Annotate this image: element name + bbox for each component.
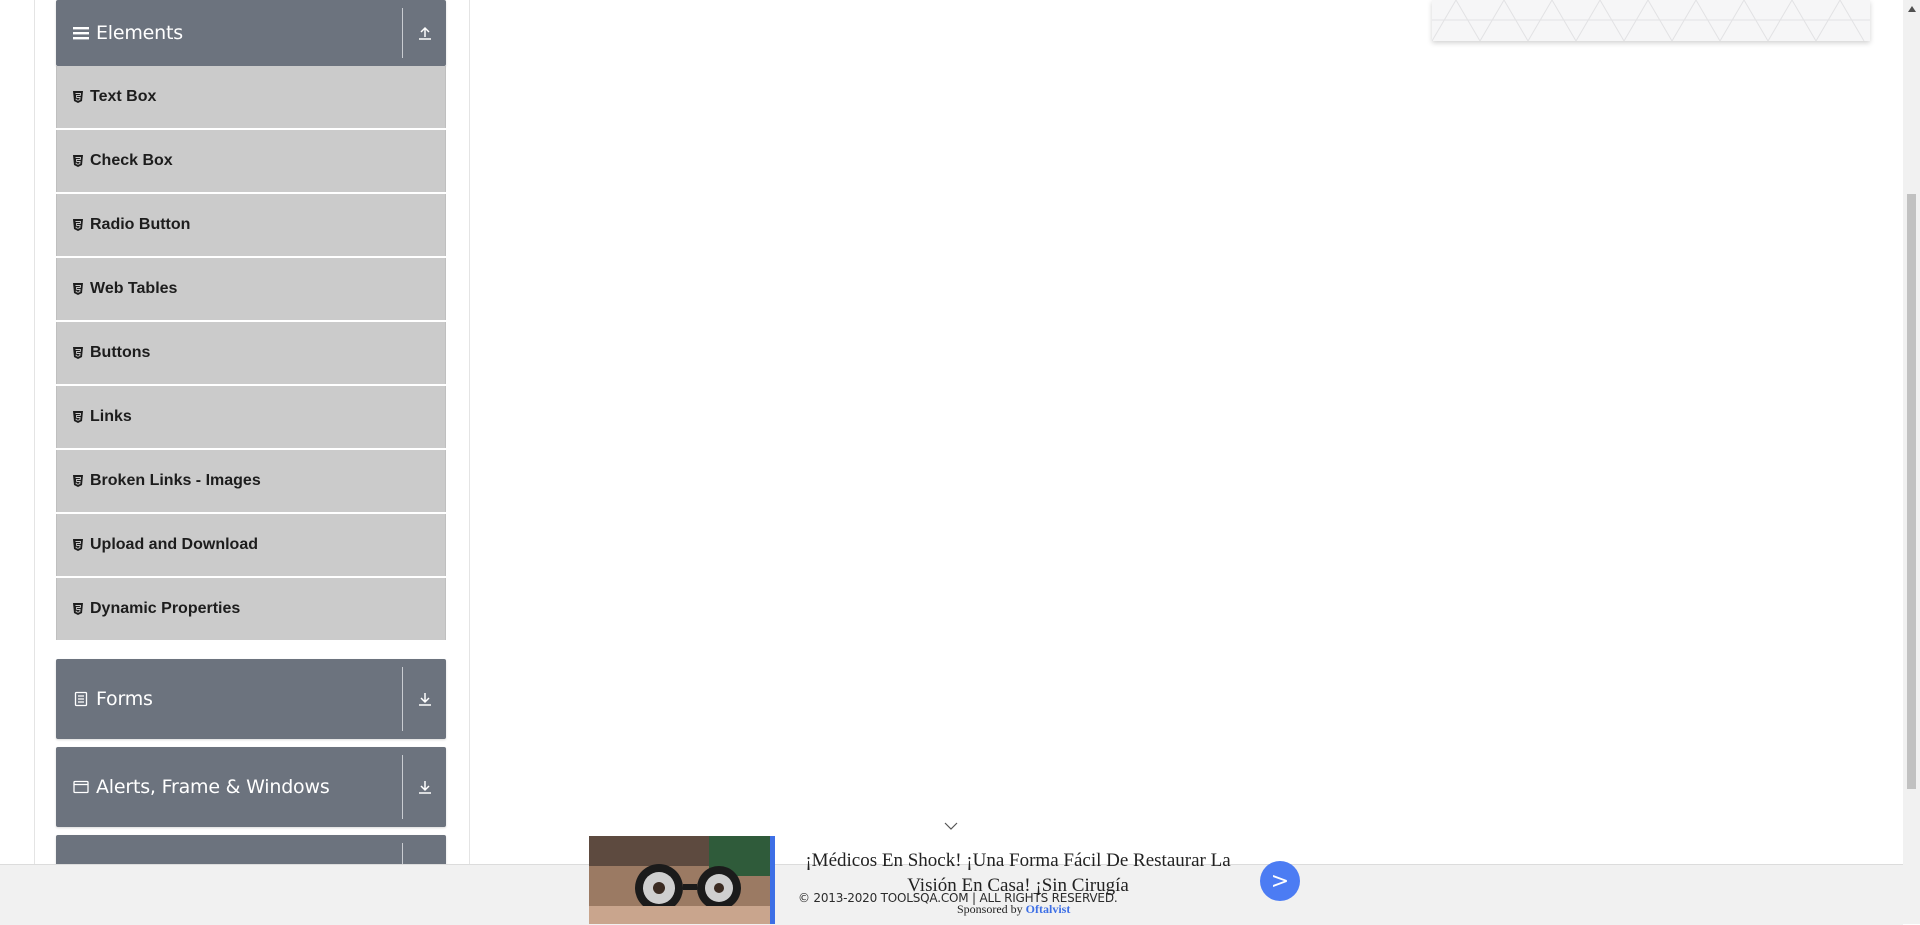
html5-shield-icon: [72, 90, 84, 104]
group-label-alerts: Alerts, Frame & Windows: [96, 776, 330, 798]
html5-shield-icon: [72, 154, 84, 168]
sidebar-item-label: Buttons: [90, 344, 151, 361]
sidebar-item-label: Check Box: [90, 152, 173, 169]
sidebar-item-label: Links: [90, 408, 132, 425]
arrow-down-tray-icon: [416, 778, 434, 796]
sidebar-item-links[interactable]: Links: [56, 386, 446, 448]
sidebar-item-dynamic-properties[interactable]: Dynamic Properties: [56, 578, 446, 640]
expand-forms-button[interactable]: [403, 659, 446, 739]
sidebar-item-label: Upload and Download: [90, 536, 258, 553]
group-header-alerts-frame-windows[interactable]: Alerts, Frame & Windows: [56, 747, 446, 827]
sidebar-item-label: Broken Links - Images: [90, 472, 261, 489]
sidebar-right-border: [469, 0, 470, 864]
ad-sponsor-line: Sponsored by Oftalvist: [957, 902, 1070, 917]
html5-shield-icon: [72, 218, 84, 232]
window-icon: [72, 778, 90, 796]
html5-shield-icon: [72, 282, 84, 296]
arrow-down-tray-icon: [416, 690, 434, 708]
menu-bars-icon: [72, 24, 90, 42]
sidebar-item-radio-button[interactable]: Radio Button: [56, 194, 446, 256]
sidebar-item-label: Radio Button: [90, 216, 191, 233]
sidebar-item-check-box[interactable]: Check Box: [56, 130, 446, 192]
document-icon: [72, 690, 90, 708]
html5-shield-icon: [72, 538, 84, 552]
ad-image[interactable]: [589, 836, 773, 924]
collapse-elements-button[interactable]: [403, 0, 446, 66]
sidebar-item-upload-and-download[interactable]: Upload and Download: [56, 514, 446, 576]
ad-sponsor-name[interactable]: Oftalvist: [1026, 902, 1071, 916]
scrollbar-thumb[interactable]: [1907, 194, 1916, 789]
html5-shield-icon: [72, 410, 84, 424]
sidebar-item-text-box[interactable]: Text Box: [56, 66, 446, 128]
ad-go-button[interactable]: >: [1260, 861, 1300, 901]
sidebar-item-label: Dynamic Properties: [90, 600, 241, 617]
decorative-banner: [1432, 0, 1870, 41]
ad-headline[interactable]: ¡Médicos En Shock! ¡Una Forma Fácil De R…: [788, 848, 1248, 898]
ad-accent-bar: [770, 836, 775, 924]
expand-alerts-button[interactable]: [403, 747, 446, 827]
group-label-forms: Forms: [96, 688, 153, 710]
group-title-elements: Elements: [72, 0, 183, 66]
sidebar-item-broken-links-images[interactable]: Broken Links - Images: [56, 450, 446, 512]
sidebar-left-border: [34, 0, 35, 864]
page-scrollbar[interactable]: [1903, 0, 1920, 924]
sidebar-item-buttons[interactable]: Buttons: [56, 322, 446, 384]
html5-shield-icon: [72, 474, 84, 488]
arrow-up-tray-icon: [416, 24, 434, 42]
group-title-alerts: Alerts, Frame & Windows: [72, 747, 330, 827]
sidebar-item-label: Web Tables: [90, 280, 178, 297]
elements-menu-list: Text Box Check Box Radio Button Web Tables B…: [56, 66, 446, 642]
group-title-forms: Forms: [72, 659, 153, 739]
group-header-elements[interactable]: Elements: [56, 0, 446, 66]
sidebar-item-web-tables[interactable]: Web Tables: [56, 258, 446, 320]
html5-shield-icon: [72, 346, 84, 360]
scroll-up-arrow-icon[interactable]: [1903, 0, 1920, 17]
ad-go-label: >: [1270, 868, 1290, 894]
ad-sponsored-prefix: Sponsored by: [957, 902, 1023, 916]
group-label-elements: Elements: [96, 22, 183, 44]
group-header-forms[interactable]: Forms: [56, 659, 446, 739]
ad-collapse-chevron-icon[interactable]: [944, 818, 958, 832]
html5-shield-icon: [72, 602, 84, 616]
sidebar-item-label: Text Box: [90, 88, 157, 105]
